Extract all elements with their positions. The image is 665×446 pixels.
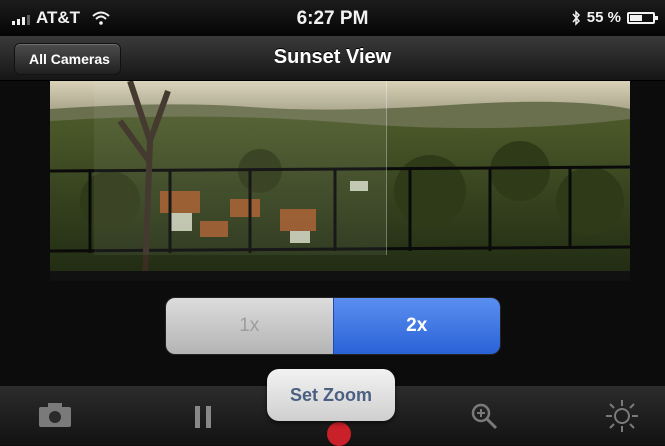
zoom-2x-option[interactable]: 2x <box>332 298 500 354</box>
pause-icon[interactable] <box>192 402 214 430</box>
camera-area: 1x 2x <box>0 81 665 386</box>
status-time: 6:27 PM <box>296 8 369 29</box>
bluetooth-icon <box>572 9 580 26</box>
zoom-1x-option[interactable]: 1x <box>166 298 333 354</box>
battery-percent: 55 % <box>586 9 621 26</box>
page-title: Sunset View <box>273 46 392 68</box>
brightness-icon[interactable] <box>604 398 640 434</box>
navigation-bar: All Cameras Sunset View <box>0 36 665 81</box>
record-icon[interactable] <box>327 422 351 446</box>
set-zoom-button[interactable]: Set Zoom <box>267 369 395 421</box>
battery-group: 55 % <box>571 9 658 26</box>
zoom-region-overlay[interactable] <box>94 81 387 255</box>
battery-fill <box>630 14 643 21</box>
zoom-segmented-control[interactable]: 1x 2x <box>165 297 501 355</box>
status-bar: AT&T 6:27 PM 55 % <box>0 0 665 36</box>
battery-icon <box>627 11 658 24</box>
camera-icon[interactable] <box>38 402 72 428</box>
camera-feed-image[interactable] <box>50 81 630 281</box>
zoom-search-icon[interactable] <box>470 402 498 430</box>
